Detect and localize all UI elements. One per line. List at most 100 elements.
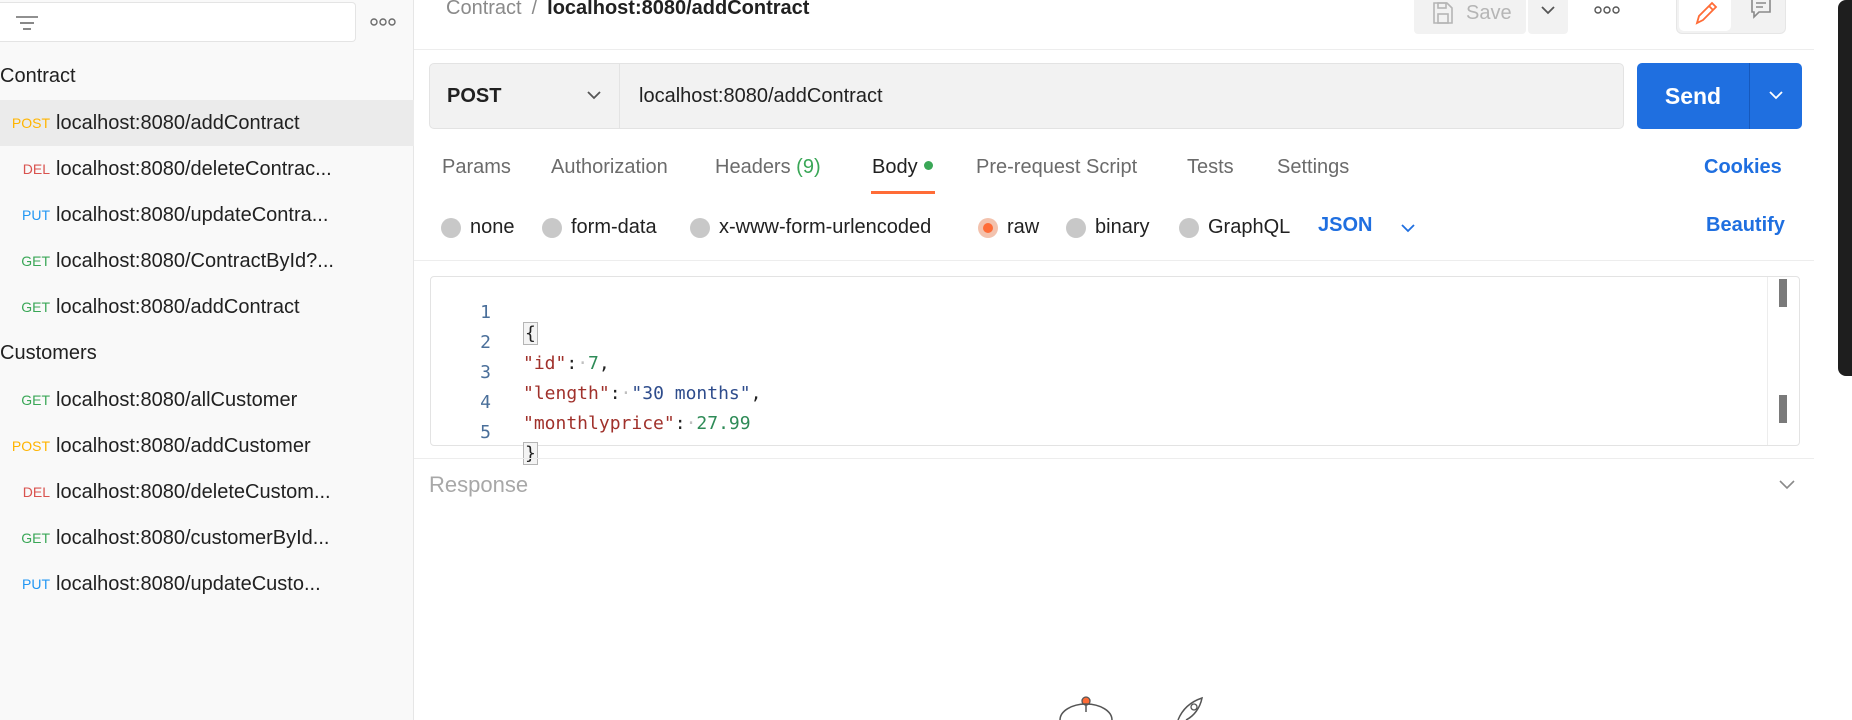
radio-button [441,217,461,238]
request-more-button[interactable] [1594,0,1624,20]
body-type-form-data[interactable]: form-data [542,216,657,239]
edit-mode-button[interactable] [1679,0,1731,31]
code-line: 2 "id":·7, [431,311,1771,374]
body-type-none[interactable]: none [441,216,515,239]
editor-scrollbar[interactable] [1767,277,1799,445]
chevron-down-icon [1541,6,1555,15]
sidebar-request-item[interactable]: PUT localhost:8080/updateCusto... [0,561,414,607]
tab-pre-request-script[interactable]: Pre-request Script [976,156,1137,179]
radio-label: GraphQL [1208,216,1291,238]
save-label: Save [1466,1,1512,24]
send-button[interactable]: Send [1637,63,1749,129]
method-badge: DEL [22,484,50,500]
tab-settings[interactable]: Settings [1277,156,1349,179]
url-bar: POST [429,63,1624,129]
sidebar-request-item[interactable]: POST localhost:8080/addContract [0,100,414,146]
save-button[interactable]: Save [1414,0,1526,34]
sidebar-folder-customers[interactable]: Customers [0,342,97,365]
body-status-dot [923,161,933,171]
headers-count: (9) [796,156,821,178]
view-mode-toggle [1676,0,1786,34]
tab-headers-label: Headers [715,156,791,178]
radio-button-selected [978,217,998,238]
code-line: 5 } [431,401,1771,465]
tab-headers[interactable]: Headers (9) [715,156,821,179]
tab-authorization[interactable]: Authorization [551,156,668,179]
method-value: POST [447,85,502,107]
sidebar-folder-contract[interactable]: Contract [0,65,76,88]
language-value: JSON [1318,214,1373,236]
request-name: localhost:8080/updateCusto... [56,572,321,595]
breadcrumb-request[interactable]: localhost:8080/addContract [547,0,809,19]
request-name: localhost:8080/ContractById?... [56,249,334,272]
comments-button[interactable] [1743,0,1779,29]
scrollbar-thumb[interactable] [1779,279,1787,307]
chevron-down-icon [1769,91,1783,100]
tab-body-label: Body [872,156,918,178]
save-options-button[interactable] [1528,0,1568,34]
breadcrumb-separator: / [531,0,538,19]
tab-tests[interactable]: Tests [1187,156,1234,179]
body-type-binary[interactable]: binary [1066,216,1149,239]
breadcrumb: Contract / localhost:8080/addContract [446,0,809,20]
code-text: } [523,442,538,465]
response-collapse-button[interactable] [1778,478,1796,496]
comment-icon [1751,0,1771,19]
method-badge: GET [21,392,50,408]
chevron-down-icon [1779,480,1795,490]
empty-response-illustration [1059,696,1203,720]
filter-button[interactable] [0,2,356,42]
divider [414,458,1814,459]
sidebar-request-item[interactable]: POST localhost:8080/addCustomer [0,423,414,469]
method-badge: GET [21,253,50,269]
sidebar-request-item[interactable]: PUT localhost:8080/updateContra... [0,192,414,238]
line-number: 5 [480,422,491,443]
code-line: 1 { [431,281,1771,345]
sidebar-more-button[interactable] [370,12,396,32]
method-badge: GET [21,530,50,546]
body-type-raw[interactable]: raw [978,216,1039,239]
sidebar-request-item[interactable]: DEL localhost:8080/deleteContrac... [0,146,414,192]
scrollbar-thumb[interactable] [1779,395,1787,423]
request-name: localhost:8080/addContract [56,295,300,318]
sidebar-request-item[interactable]: GET localhost:8080/addContract [0,284,414,330]
method-badge: POST [11,438,50,454]
active-tab-indicator [871,191,935,194]
sidebar-request-item[interactable]: GET localhost:8080/customerById... [0,515,414,561]
radio-button [542,217,562,238]
radio-label: raw [1007,216,1040,238]
method-dropdown[interactable]: POST [430,64,620,128]
send-options-button[interactable] [1749,63,1802,129]
request-name: localhost:8080/customerById... [56,526,330,549]
sidebar-request-item[interactable]: GET localhost:8080/allCustomer [0,377,414,423]
method-badge: PUT [22,576,50,592]
sidebar-request-item[interactable]: GET localhost:8080/ContractById?... [0,238,414,284]
breadcrumb-collection[interactable]: Contract [446,0,522,19]
divider [414,260,1814,261]
beautify-button[interactable]: Beautify [1706,214,1785,237]
cookies-link[interactable]: Cookies [1704,156,1782,179]
url-input[interactable] [622,64,1622,128]
radio-label: none [470,216,515,238]
body-editor[interactable]: 1 { 2 "id":·7, 3 "length":·"30 months", … [430,276,1800,465]
request-header: Contract / localhost:8080/addContract Save [414,0,1814,50]
body-type-urlencoded[interactable]: x-www-form-urlencoded [690,216,931,239]
language-dropdown[interactable]: JSON [1318,214,1415,237]
method-badge: DEL [22,161,50,177]
more-horizontal-icon [1594,6,1620,14]
pencil-icon [1695,1,1718,25]
radio-label: form-data [571,216,657,238]
window-edge [1838,0,1852,376]
tab-params[interactable]: Params [442,156,511,179]
response-header[interactable]: Response [429,472,528,498]
sidebar-request-item[interactable]: DEL localhost:8080/deleteCustom... [0,469,414,515]
request-name: localhost:8080/allCustomer [56,388,298,411]
radio-button [690,217,710,238]
sidebar: Contract POST localhost:8080/addContract… [0,0,414,720]
request-name: localhost:8080/updateContra... [56,203,329,226]
request-name: localhost:8080/addCustomer [56,434,311,457]
body-type-graphql[interactable]: GraphQL [1179,216,1290,239]
radio-label: x-www-form-urlencoded [719,216,932,238]
tab-body[interactable]: Body [872,156,933,179]
method-badge: POST [11,115,50,131]
